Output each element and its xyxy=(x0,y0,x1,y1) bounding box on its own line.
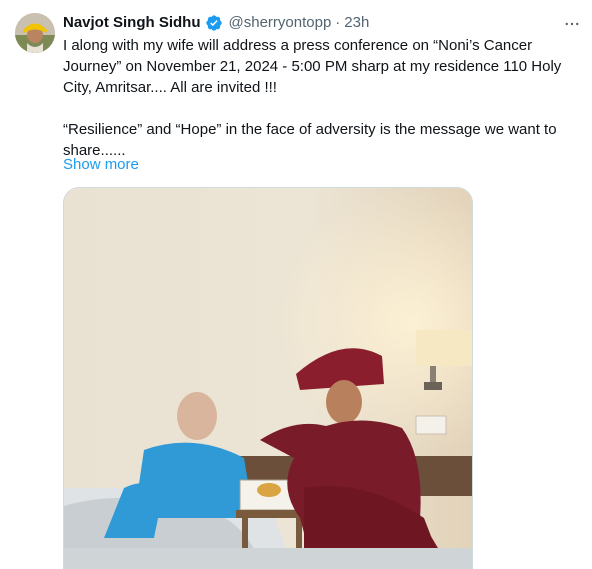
more-options-icon[interactable] xyxy=(562,14,582,34)
tweet-header: Navjot Singh Sidhu @sherryontopp · 23h xyxy=(63,12,369,34)
avatar[interactable] xyxy=(15,13,55,53)
previous-item-edge xyxy=(0,0,592,6)
separator-dot: · xyxy=(335,14,341,31)
author-handle[interactable]: @sherryontopp xyxy=(229,12,332,34)
author-name[interactable]: Navjot Singh Sidhu xyxy=(63,12,201,34)
show-more-link[interactable]: Show more xyxy=(63,155,139,175)
tweet-text: I along with my wife will address a pres… xyxy=(63,35,585,161)
photo-image xyxy=(64,188,472,569)
timestamp[interactable]: 23h xyxy=(344,12,369,34)
verified-badge-icon xyxy=(205,14,223,32)
tweet-card[interactable]: Navjot Singh Sidhu @sherryontopp · 23h I… xyxy=(0,0,592,569)
avatar-image xyxy=(15,13,55,53)
tweet-text-paragraph-2: “Resilience” and “Hope” in the face of a… xyxy=(63,121,557,159)
tweet-photo[interactable] xyxy=(63,187,473,569)
tweet-text-paragraph-1: I along with my wife will address a pres… xyxy=(63,37,562,96)
